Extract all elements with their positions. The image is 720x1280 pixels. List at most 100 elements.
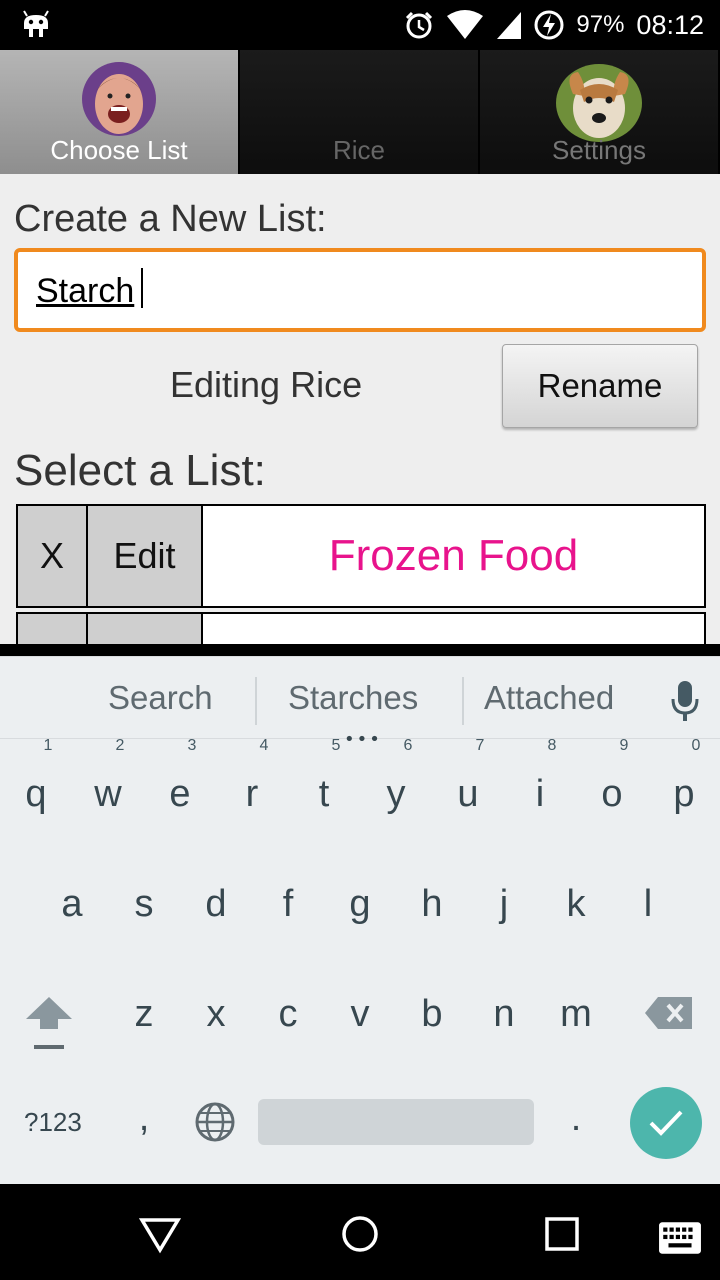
home-icon[interactable] xyxy=(338,1212,382,1256)
alarm-icon xyxy=(406,11,433,39)
suggestion-attached[interactable]: Attached xyxy=(484,679,614,717)
editing-status-text: Editing Rice xyxy=(170,364,363,405)
key-j[interactable]: j xyxy=(474,883,534,926)
tab-label: Choose List xyxy=(50,135,188,165)
tab-bar: Choose List Rice Settings xyxy=(0,50,720,174)
comma-key[interactable]: , xyxy=(114,1097,174,1140)
enter-key[interactable] xyxy=(630,1087,702,1159)
checkmark-icon xyxy=(649,1110,683,1136)
key-letter: o xyxy=(601,773,623,815)
list-name-input[interactable]: Starch xyxy=(14,248,706,332)
soft-keyboard: Search Starches ••• Attached q1w2e3r4t5y… xyxy=(0,656,720,1184)
key-r[interactable]: r4 xyxy=(222,737,282,816)
suggestion-search[interactable]: Search xyxy=(108,679,213,717)
status-bar: 97% 08:12 xyxy=(0,0,720,50)
list-name-cell[interactable]: Frozen Food xyxy=(203,506,704,606)
create-list-label: Create a New List: xyxy=(14,198,327,240)
tab-label: Settings xyxy=(552,135,646,165)
key-number-hint: 4 xyxy=(259,737,269,754)
key-letter: e xyxy=(169,773,191,815)
tab-rice[interactable]: Rice xyxy=(240,50,480,174)
key-letter: t xyxy=(318,773,330,815)
key-t[interactable]: t5 xyxy=(294,737,354,816)
key-s[interactable]: s xyxy=(114,883,174,926)
key-u[interactable]: u7 xyxy=(438,737,498,816)
key-number-hint: 8 xyxy=(547,737,557,754)
battery-charging-icon xyxy=(534,10,564,40)
person-avatar xyxy=(82,62,156,136)
key-a[interactable]: a xyxy=(42,883,102,926)
key-letter: i xyxy=(535,773,545,815)
key-letter: u xyxy=(457,773,479,815)
key-d[interactable]: d xyxy=(186,883,246,926)
list-name-cell[interactable]: Frozen Goods xyxy=(203,614,704,644)
key-z[interactable]: z xyxy=(114,993,174,1036)
shift-icon[interactable] xyxy=(24,993,74,1053)
tab-choose-list[interactable]: Choose List xyxy=(0,50,240,174)
signal-icon xyxy=(497,12,522,39)
key-m[interactable]: m xyxy=(546,993,606,1036)
key-o[interactable]: o9 xyxy=(582,737,642,816)
suggestion-divider xyxy=(255,677,257,725)
android-debug-icon xyxy=(23,10,49,37)
key-h[interactable]: h xyxy=(402,883,462,926)
space-bar[interactable] xyxy=(258,1099,534,1145)
more-suggestions-icon[interactable]: ••• xyxy=(344,729,382,750)
keyboard-switch-icon[interactable] xyxy=(658,1216,702,1260)
tab-settings[interactable]: Settings xyxy=(480,50,720,174)
key-q[interactable]: q1 xyxy=(6,737,66,816)
list-name-input-value: Starch xyxy=(36,272,135,310)
key-v[interactable]: v xyxy=(330,993,390,1036)
delete-list-button[interactable] xyxy=(18,614,88,644)
key-number-hint: 7 xyxy=(475,737,485,754)
list-row: X Edit Frozen Food xyxy=(16,504,706,608)
navigation-bar xyxy=(0,1184,720,1280)
key-b[interactable]: b xyxy=(402,993,462,1036)
tab-label: Rice xyxy=(332,135,385,165)
key-g[interactable]: g xyxy=(330,883,390,926)
edit-list-button[interactable]: Edit xyxy=(88,506,203,606)
key-letter: q xyxy=(25,773,47,815)
edit-list-button[interactable] xyxy=(88,614,203,644)
list-table: X Edit Frozen Food Frozen Goods xyxy=(16,504,706,644)
delete-list-button[interactable]: X xyxy=(18,506,88,606)
text-caret xyxy=(141,268,143,308)
wifi-icon xyxy=(447,10,484,39)
back-icon[interactable] xyxy=(138,1212,182,1256)
key-f[interactable]: f xyxy=(258,883,318,926)
period-key[interactable]: . xyxy=(546,1097,606,1140)
microphone-icon[interactable] xyxy=(670,679,700,723)
clock: 08:12 xyxy=(636,9,704,40)
key-number-hint: 0 xyxy=(691,737,701,754)
key-number-hint: 2 xyxy=(115,737,125,754)
globe-icon[interactable] xyxy=(194,1101,236,1143)
key-k[interactable]: k xyxy=(546,883,606,926)
suggestion-starches[interactable]: Starches xyxy=(288,679,418,717)
key-e[interactable]: e3 xyxy=(150,737,210,816)
main-content: Create a New List: Starch Editing Rice R… xyxy=(0,174,720,644)
key-y[interactable]: y6 xyxy=(366,737,426,816)
key-number-hint: 9 xyxy=(619,737,629,754)
key-p[interactable]: p0 xyxy=(654,737,714,816)
battery-percent: 97% xyxy=(576,11,625,38)
key-w[interactable]: w2 xyxy=(78,737,138,816)
dog-avatar xyxy=(556,64,642,142)
key-number-hint: 6 xyxy=(403,737,413,754)
recents-icon[interactable] xyxy=(540,1212,584,1256)
symbols-key[interactable]: ?123 xyxy=(24,1107,82,1138)
suggestion-divider xyxy=(462,677,464,725)
key-i[interactable]: i8 xyxy=(510,737,570,816)
list-row: Frozen Goods xyxy=(16,612,706,644)
key-c[interactable]: c xyxy=(258,993,318,1036)
select-list-label: Select a List: xyxy=(14,446,266,495)
key-letter: r xyxy=(245,773,259,815)
key-l[interactable]: l xyxy=(618,883,678,926)
key-number-hint: 5 xyxy=(331,737,341,754)
rename-button[interactable]: Rename xyxy=(502,344,698,428)
backspace-icon[interactable] xyxy=(644,995,694,1031)
key-number-hint: 1 xyxy=(43,737,53,754)
key-letter: y xyxy=(386,773,406,815)
key-x[interactable]: x xyxy=(186,993,246,1036)
suggestion-strip: Search Starches ••• Attached xyxy=(0,657,720,750)
key-n[interactable]: n xyxy=(474,993,534,1036)
